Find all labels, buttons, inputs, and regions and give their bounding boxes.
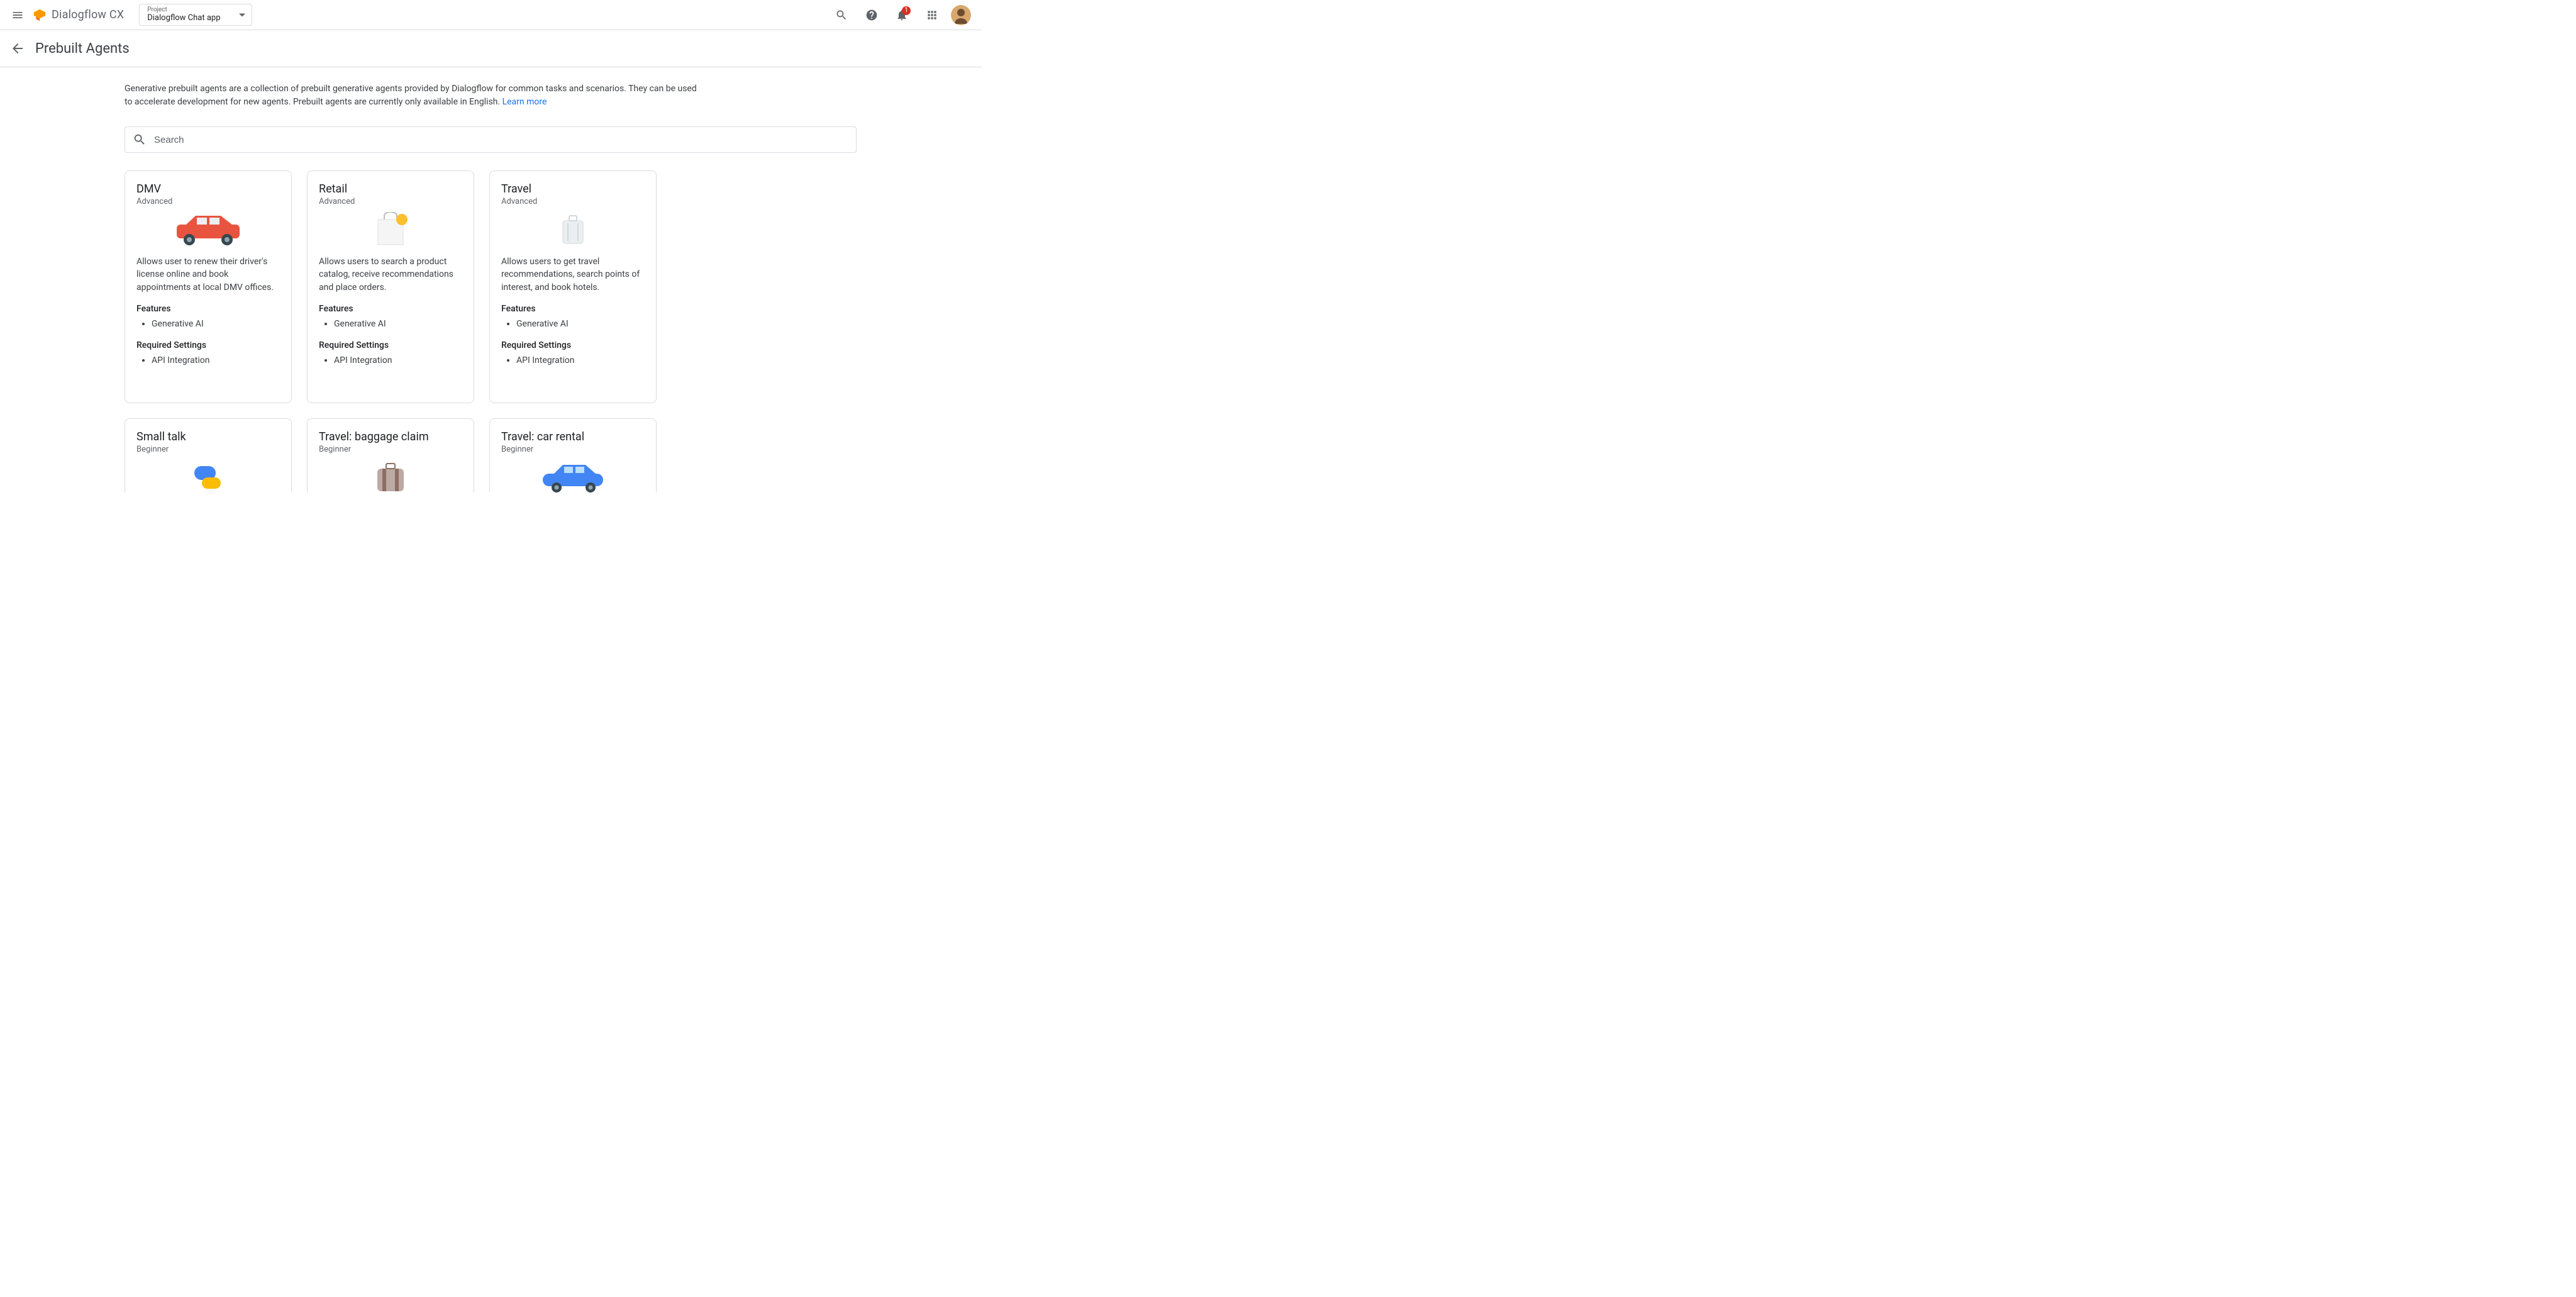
arrow-back-icon <box>10 41 25 56</box>
car-rental-illustration <box>501 459 645 493</box>
agent-card-dmv[interactable]: DMV Advanced Allows user to renew their <box>125 170 292 403</box>
features-heading: Features <box>136 304 280 314</box>
card-level: Advanced <box>501 197 645 206</box>
agent-card-car-rental[interactable]: Travel: car rental Beginner <box>489 418 657 493</box>
search-icon <box>133 133 147 147</box>
hamburger-icon <box>11 9 24 21</box>
help-icon <box>865 9 878 21</box>
features-heading: Features <box>319 304 462 314</box>
required-settings-list: API Integration <box>136 354 280 367</box>
search-button[interactable] <box>830 4 853 26</box>
back-button[interactable] <box>5 36 30 61</box>
required-settings-list: API Integration <box>501 354 645 367</box>
page-title: Prebuilt Agents <box>35 41 130 57</box>
notification-badge: 1 <box>902 6 911 15</box>
product-name: Dialogflow CX <box>52 8 124 21</box>
learn-more-link[interactable]: Learn more <box>502 97 547 107</box>
travel-suitcase-illustration <box>501 211 645 248</box>
project-selector[interactable]: Project Dialogflow Chat app <box>139 4 252 26</box>
page-header: Prebuilt Agents <box>0 30 981 67</box>
topbar-actions: 1 <box>830 4 976 26</box>
list-item: Generative AI <box>152 319 280 329</box>
card-description: Allows user to renew their driver's lice… <box>136 255 280 294</box>
required-settings-list: API Integration <box>319 354 462 367</box>
agent-card-grid: DMV Advanced Allows user to renew their <box>125 170 857 493</box>
agent-search-box <box>125 126 857 153</box>
card-title: Travel: car rental <box>501 430 645 443</box>
card-level: Advanced <box>136 197 280 206</box>
list-item: API Integration <box>152 355 280 365</box>
project-selector-label: Project <box>147 7 229 13</box>
chat-bubbles-illustration <box>136 459 280 493</box>
account-avatar[interactable] <box>951 5 971 25</box>
dialogflow-logo-icon <box>33 8 47 22</box>
card-title: DMV <box>136 182 280 196</box>
agent-card-travel[interactable]: Travel Advanced Allows users to get trav… <box>489 170 657 403</box>
card-level: Advanced <box>319 197 462 206</box>
retail-bag-illustration <box>319 211 462 248</box>
intro-text: Generative prebuilt agents are a collect… <box>125 84 697 107</box>
apps-grid-icon <box>926 9 938 21</box>
project-selector-value: Dialogflow Chat app <box>147 13 229 23</box>
notifications-button[interactable]: 1 <box>891 4 913 26</box>
help-button[interactable] <box>860 4 883 26</box>
agent-card-baggage-claim[interactable]: Travel: baggage claim Beginner <box>307 418 474 493</box>
intro-paragraph: Generative prebuilt agents are a collect… <box>125 82 703 114</box>
search-icon <box>835 9 848 21</box>
content: Generative prebuilt agents are a collect… <box>125 67 857 493</box>
agent-search-input[interactable] <box>154 135 848 145</box>
card-description: Allows users to get travel recommendatio… <box>501 255 645 294</box>
features-list: Generative AI <box>319 318 462 330</box>
agent-card-retail[interactable]: Retail Advanced Allows users to search a… <box>307 170 474 403</box>
list-item: API Integration <box>516 355 645 365</box>
baggage-illustration <box>319 459 462 493</box>
product-logo[interactable]: Dialogflow CX <box>33 8 124 22</box>
card-level: Beginner <box>319 445 462 454</box>
card-description: Allows users to search a product catalog… <box>319 255 462 294</box>
card-title: Travel <box>501 182 645 196</box>
card-level: Beginner <box>501 445 645 454</box>
chevron-down-icon <box>239 13 245 16</box>
agent-card-small-talk[interactable]: Small talk Beginner <box>125 418 292 493</box>
main-menu-button[interactable] <box>5 3 30 28</box>
list-item: Generative AI <box>516 319 645 329</box>
features-list: Generative AI <box>136 318 280 330</box>
features-list: Generative AI <box>501 318 645 330</box>
card-title: Retail <box>319 182 462 196</box>
required-settings-heading: Required Settings <box>136 340 280 350</box>
topbar: Dialogflow CX Project Dialogflow Chat ap… <box>0 0 981 30</box>
dmv-car-illustration <box>136 211 280 248</box>
card-title: Travel: baggage claim <box>319 430 462 443</box>
content-scroll[interactable]: Generative prebuilt agents are a collect… <box>0 67 981 493</box>
list-item: Generative AI <box>334 319 462 329</box>
features-heading: Features <box>501 304 645 314</box>
list-item: API Integration <box>334 355 462 365</box>
card-title: Small talk <box>136 430 280 443</box>
apps-button[interactable] <box>921 4 943 26</box>
required-settings-heading: Required Settings <box>501 340 645 350</box>
required-settings-heading: Required Settings <box>319 340 462 350</box>
card-level: Beginner <box>136 445 280 454</box>
